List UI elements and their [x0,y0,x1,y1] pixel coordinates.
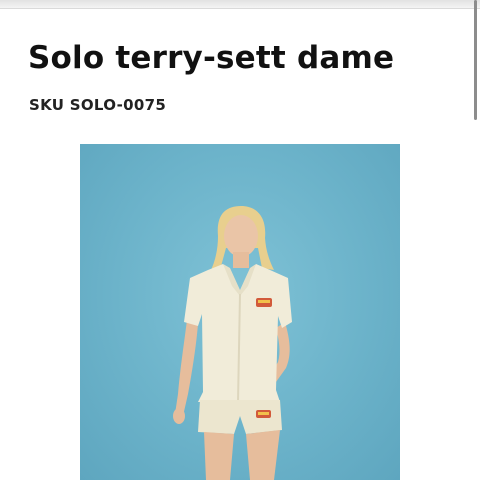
sku-label: SKU [29,96,65,114]
sku-code: SOLO-0075 [69,96,167,114]
model-neck [233,252,249,268]
model-face [224,215,258,257]
product-photo-illustration [173,206,292,480]
scrollbar-thumb[interactable] [474,0,477,120]
model-hand-left [173,408,185,424]
product-title: Solo terry-sett dame [28,40,395,76]
browser-top-edge [0,0,480,9]
product-sku: SKU SOLO-0075 [29,95,166,115]
model-arm-left [175,320,198,416]
model-leg-right [246,430,280,480]
shorts-logo-detail [258,412,269,415]
product-page: Solo terry-sett dame SKU SOLO-0075 [0,0,480,480]
product-image[interactable] [80,144,400,480]
model-leg-left [204,432,234,480]
shirt-logo-detail [258,300,270,303]
